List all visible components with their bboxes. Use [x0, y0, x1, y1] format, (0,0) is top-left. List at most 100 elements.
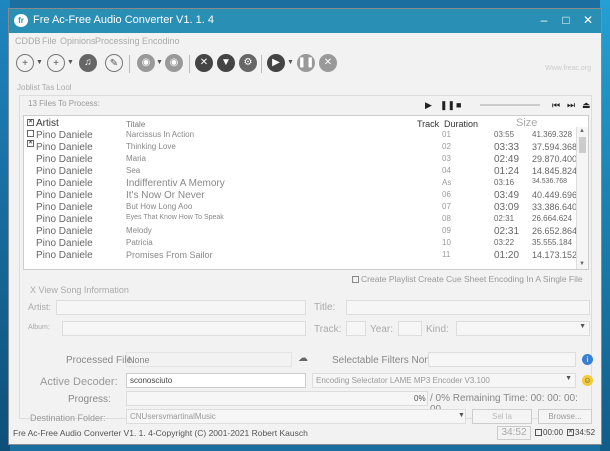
- close-button[interactable]: ✕: [577, 11, 599, 29]
- time-display: 34:52: [497, 426, 531, 440]
- timer-checkbox[interactable]: ✕: [567, 429, 574, 437]
- cddb-submit-icon[interactable]: ◉: [165, 54, 183, 72]
- title-bar: fr Fre Ac-Free Audio Converter V1. 1. 4 …: [9, 9, 601, 33]
- tab-joblist[interactable]: Joblist Tas Lool: [17, 83, 72, 92]
- chevron-down-icon[interactable]: ▼: [36, 59, 43, 66]
- menu-processing[interactable]: Processing: [95, 36, 140, 46]
- select-all-checkbox[interactable]: ✕: [27, 119, 34, 126]
- year-label: Year:: [370, 324, 393, 335]
- chevron-down-icon[interactable]: ▼: [287, 59, 294, 66]
- filter-icon[interactable]: ▼: [217, 54, 235, 72]
- chevron-down-icon[interactable]: ▼: [565, 375, 572, 382]
- decoder-value: sconosciuto: [130, 376, 173, 385]
- joblist-table[interactable]: Artist Titale Track Duration Size ✕ ✕ Pi…: [23, 115, 589, 270]
- single-file-checkbox[interactable]: [352, 276, 359, 284]
- chevron-down-icon[interactable]: ▼: [458, 412, 465, 419]
- window-title: Fre Ac-Free Audio Converter V1. 1. 4: [33, 14, 214, 26]
- status-timer-2[interactable]: ✕ 34:52: [567, 428, 595, 437]
- artist-field[interactable]: [56, 300, 306, 315]
- column-header-size[interactable]: Size: [516, 117, 537, 129]
- album-field[interactable]: [62, 321, 306, 336]
- year-field[interactable]: [398, 321, 422, 336]
- menu-file[interactable]: File: [42, 36, 57, 46]
- kind-label: Kind:: [426, 324, 449, 335]
- menu-bar: CDDB File Opinions Processing Encodino: [9, 33, 601, 49]
- kind-select[interactable]: ▼: [456, 321, 590, 336]
- artist-label: Artist:: [28, 302, 52, 312]
- table-row[interactable]: Pino Daniele Sea 04 01:24 14.845.824: [24, 165, 577, 177]
- progress-label: Progress:: [68, 394, 111, 405]
- play-track-icon[interactable]: ▶: [425, 100, 432, 111]
- app-logo-icon: fr: [14, 14, 28, 27]
- playback-slider[interactable]: [480, 104, 540, 106]
- gear-icon[interactable]: ⚙: [239, 54, 257, 72]
- table-row[interactable]: Pino Daniele It's Now Or Never 06 03:49 40.4…: [24, 189, 577, 201]
- table-row[interactable]: Pino Daniele Indifferentiv A Memory As 03:1…: [24, 177, 576, 189]
- stop-track-icon[interactable]: ■: [456, 100, 461, 110]
- tools-icon[interactable]: ✕: [195, 54, 213, 72]
- track-field[interactable]: [346, 321, 366, 336]
- next-track-icon[interactable]: ⏭: [567, 100, 575, 111]
- toolbar: + ▼ + ▼ ♫ ✎ ◉ ▼ ◉ ✕ ▼ ⚙ ▶ ▼ ❚❚ ✕ Www.fre…: [9, 49, 601, 79]
- toolbar-separator: [189, 55, 190, 73]
- maximize-button[interactable]: □: [555, 11, 577, 29]
- smiley-icon[interactable]: ☺: [582, 375, 593, 386]
- cddb-query-icon[interactable]: ◉: [137, 54, 155, 72]
- column-header-artist[interactable]: Artist: [36, 118, 59, 129]
- song-info-heading[interactable]: X View Song Information: [30, 285, 129, 295]
- column-header-title[interactable]: Titale: [126, 120, 145, 129]
- table-row[interactable]: Pino Daniele Thinking Love 02 03:33 37.594.3…: [24, 141, 577, 153]
- table-row[interactable]: Pino Daniele Eyes That Know How To Speak 0…: [24, 213, 576, 225]
- play-icon[interactable]: ▶: [267, 54, 285, 72]
- previous-track-icon[interactable]: ⏮: [552, 100, 560, 111]
- output-options-label: Create Playlist Create Cue Sheet Encodin…: [361, 274, 583, 284]
- cloud-icon[interactable]: ☁: [298, 353, 308, 364]
- toolbar-separator: [261, 55, 262, 73]
- filters-field: [428, 352, 576, 367]
- joblist-panel: 13 Files To Process: ▶ ❚❚ ■ ⏮ ⏭ ⏏ Artist…: [19, 95, 593, 424]
- list-scrollbar[interactable]: ▲ ▼: [576, 127, 588, 269]
- table-row[interactable]: Pino Daniele But How Long Aoo 07 03:09 33.38…: [24, 201, 577, 213]
- stop-icon[interactable]: ✕: [319, 54, 337, 72]
- scroll-up-icon[interactable]: ▲: [579, 128, 585, 134]
- eject-icon[interactable]: ⏏: [582, 100, 591, 111]
- minimize-button[interactable]: –: [533, 11, 555, 29]
- timer-checkbox[interactable]: [535, 429, 542, 437]
- pause-icon[interactable]: ❚❚: [297, 54, 315, 72]
- files-count-label: 13 Files To Process:: [28, 99, 100, 108]
- column-header-duration[interactable]: Duration: [444, 119, 478, 129]
- copyright-text: Fre Ac-Free Audio Converter V1. 1. 4-Cop…: [13, 428, 308, 438]
- processed-file-label: Processed File:: [66, 355, 135, 366]
- title-field[interactable]: [346, 300, 590, 315]
- add-folder-icon[interactable]: +: [47, 54, 65, 72]
- status-timer-1[interactable]: 00:00: [535, 428, 563, 437]
- menu-options[interactable]: Opinions: [60, 36, 96, 46]
- music-note-icon[interactable]: ♫: [79, 54, 97, 72]
- chevron-down-icon[interactable]: ▼: [579, 323, 586, 330]
- add-files-icon[interactable]: +: [16, 54, 34, 72]
- table-row[interactable]: Pino Daniele Maria 03 02:49 29.870.400: [24, 153, 577, 165]
- processed-file-field: [126, 352, 292, 367]
- website-link[interactable]: Www.freac.org: [545, 65, 591, 72]
- menu-encoding[interactable]: Encodino: [142, 36, 180, 46]
- track-label: Track:: [314, 324, 342, 335]
- table-row[interactable]: Pino Daniele Melody 09 02:31 26.652.864: [24, 225, 577, 237]
- filters-label: Selectable Filters None: [332, 355, 436, 366]
- scrollbar-thumb[interactable]: [579, 137, 586, 153]
- scroll-down-icon[interactable]: ▼: [579, 261, 585, 267]
- toolbar-separator: [129, 55, 130, 73]
- output-options-row[interactable]: Create Playlist Create Cue Sheet Encodin…: [352, 274, 583, 284]
- progress-percent: 0%: [414, 394, 426, 403]
- table-row[interactable]: Pino Daniele Patricia 10 03:22 35.555.184: [24, 237, 576, 249]
- pause-track-icon[interactable]: ❚❚: [440, 100, 455, 111]
- chevron-down-icon[interactable]: ▼: [67, 59, 74, 66]
- encoder-value: Encoding Selectator LAME MP3 Encoder V3.…: [316, 376, 490, 385]
- active-decoder-label: Active Decoder:: [40, 376, 118, 388]
- chevron-down-icon[interactable]: ▼: [156, 59, 163, 66]
- remove-file-icon[interactable]: ✎: [105, 54, 123, 72]
- info-icon[interactable]: i: [582, 354, 593, 365]
- table-row[interactable]: Pino Daniele Promises From Sailor 11 01:20 1…: [24, 249, 577, 261]
- table-row[interactable]: Pino Daniele Narcissus In Action 01 03:55 41…: [24, 129, 576, 141]
- column-header-track[interactable]: Track: [417, 119, 439, 129]
- menu-cddb[interactable]: CDDB: [15, 36, 41, 46]
